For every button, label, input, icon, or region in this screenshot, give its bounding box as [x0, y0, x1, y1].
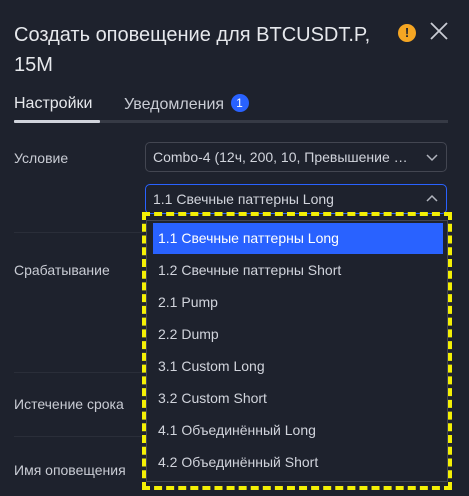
- chevron-up-icon: [426, 194, 438, 202]
- pattern-select-value: 1.1 Свечные паттерны Long: [153, 191, 334, 207]
- dropdown-option[interactable]: 3.1 Custom Long: [153, 351, 443, 382]
- dropdown-option[interactable]: 4.1 Объединённый Long: [153, 415, 443, 446]
- tab-notifications[interactable]: Уведомления 1: [124, 94, 249, 115]
- pattern-dropdown-menu: 1.1 Свечные паттерны Long 1.2 Свечные па…: [146, 220, 448, 482]
- warning-icon[interactable]: !: [398, 24, 416, 42]
- condition-label: Условие: [14, 150, 69, 166]
- dropdown-option[interactable]: 2.1 Pump: [153, 287, 443, 318]
- tab-settings[interactable]: Настройки: [14, 94, 92, 114]
- section-divider: [14, 436, 144, 437]
- dropdown-option[interactable]: 3.2 Custom Short: [153, 383, 443, 414]
- dropdown-option[interactable]: 2.2 Dump: [153, 319, 443, 350]
- dialog-title: Создать оповещение для BTCUSDT.P, 15M: [14, 24, 371, 76]
- chevron-down-icon: [426, 154, 438, 162]
- tab-notifications-label: Уведомления: [124, 96, 225, 113]
- tab-active-indicator: [14, 120, 100, 123]
- dropdown-option[interactable]: 1.2 Свечные паттерны Short: [153, 255, 443, 286]
- tab-settings-label: Настройки: [14, 95, 93, 112]
- section-divider: [14, 232, 144, 233]
- condition-select-value: Combo-4 (12ч, 200, 10, Превышение …: [153, 149, 408, 165]
- pattern-select[interactable]: 1.1 Свечные паттерны Long: [145, 184, 447, 214]
- alert-name-label: Имя оповещения: [14, 462, 126, 478]
- condition-select[interactable]: Combo-4 (12ч, 200, 10, Превышение …: [145, 142, 447, 172]
- trigger-label: Срабатывание: [14, 262, 110, 278]
- notification-count-badge: 1: [230, 94, 249, 112]
- section-divider: [14, 372, 144, 373]
- close-icon[interactable]: [428, 20, 450, 42]
- dropdown-option[interactable]: 4.2 Объединённый Short: [153, 447, 443, 478]
- dropdown-option[interactable]: 1.1 Свечные паттерны Long: [153, 223, 443, 254]
- expiration-label: Истечение срока: [14, 396, 124, 412]
